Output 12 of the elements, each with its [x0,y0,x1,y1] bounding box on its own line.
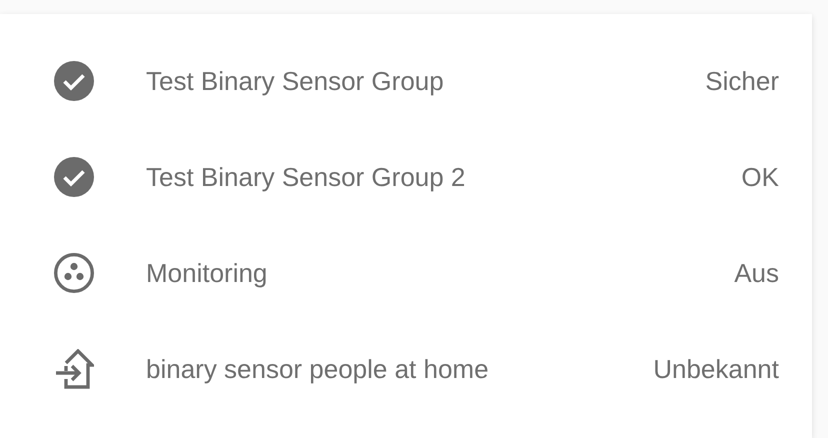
entity-name: binary sensor people at home [146,354,490,384]
entity-name: Test Binary Sensor Group 2 [146,162,466,192]
entity-state: Unbekannt [653,354,779,384]
entity-name: Test Binary Sensor Group [146,66,445,96]
entity-state: Aus [734,258,779,288]
entity-state: OK [741,162,779,192]
entity-name: Monitoring [146,258,268,288]
home-import-icon [54,349,94,389]
check-circle-icon [54,157,94,197]
dots-circle-icon [54,253,94,293]
entity-state: Sicher [705,66,779,96]
check-circle-icon [54,61,94,101]
